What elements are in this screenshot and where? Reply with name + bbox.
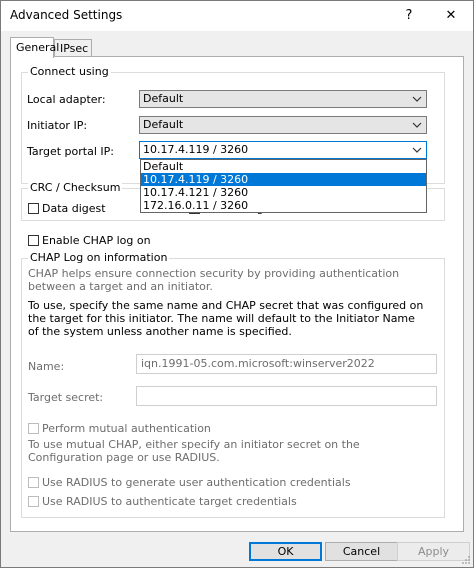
mutual-auth-label: Perform mutual authentication bbox=[42, 422, 211, 435]
data-digest-checkbox[interactable] bbox=[28, 203, 39, 214]
target-portal-dropdown: Default 10.17.4.119 / 3260 10.17.4.121 /… bbox=[140, 159, 427, 213]
crc-checksum-legend: CRC / Checksum bbox=[28, 181, 123, 194]
tab-ipsec[interactable]: IPsec bbox=[54, 39, 92, 56]
target-portal-select[interactable]: 10.17.4.119 / 3260 bbox=[139, 141, 427, 159]
initiator-ip-label: Initiator IP: bbox=[27, 119, 88, 132]
data-digest-label: Data digest bbox=[42, 202, 106, 215]
general-tab-panel: Connect using Local adapter: Default Ini… bbox=[10, 56, 464, 532]
mutual-auth-help: To use mutual CHAP, either specify an in… bbox=[28, 438, 360, 464]
target-secret-input[interactable] bbox=[136, 386, 437, 406]
radius-target-checkbox[interactable] bbox=[28, 496, 39, 507]
close-button[interactable]: ✕ bbox=[439, 5, 463, 27]
apply-button[interactable]: Apply bbox=[397, 542, 470, 561]
enable-chap-label: Enable CHAP log on bbox=[42, 234, 151, 247]
local-adapter-value: Default bbox=[143, 92, 184, 105]
chevron-down-icon bbox=[412, 147, 422, 153]
chevron-down-icon bbox=[412, 122, 422, 128]
target-portal-value: 10.17.4.119 / 3260 bbox=[143, 143, 249, 156]
chap-info-legend: CHAP Log on information bbox=[28, 251, 170, 264]
dropdown-option[interactable]: Default bbox=[141, 160, 426, 173]
radius-user-checkbox[interactable] bbox=[28, 477, 39, 488]
connect-using-legend: Connect using bbox=[28, 65, 111, 78]
local-adapter-label: Local adapter: bbox=[27, 93, 106, 106]
dropdown-option-selected[interactable]: 10.17.4.119 / 3260 bbox=[141, 173, 426, 186]
name-label: Name: bbox=[28, 360, 65, 373]
radius-target-label: Use RADIUS to authenticate target creden… bbox=[42, 495, 297, 508]
resize-grip-icon[interactable] bbox=[461, 555, 471, 565]
ok-button[interactable]: OK bbox=[249, 542, 322, 561]
cancel-button[interactable]: Cancel bbox=[325, 542, 398, 561]
initiator-ip-value: Default bbox=[143, 118, 184, 131]
enable-chap-checkbox[interactable] bbox=[28, 235, 39, 246]
mutual-auth-checkbox[interactable] bbox=[28, 423, 39, 434]
chevron-down-icon bbox=[412, 96, 422, 102]
dropdown-option[interactable]: 172.16.0.11 / 3260 bbox=[141, 199, 426, 212]
target-secret-label: Target secret: bbox=[28, 391, 104, 404]
advanced-settings-dialog: Advanced Settings ? ✕ General IPsec Conn… bbox=[0, 0, 474, 568]
dropdown-option[interactable]: 10.17.4.121 / 3260 bbox=[141, 186, 426, 199]
dialog-title: Advanced Settings bbox=[10, 8, 123, 22]
chap-name-input[interactable]: iqn.1991-05.com.microsoft:winserver2022 bbox=[136, 354, 437, 374]
help-button[interactable]: ? bbox=[397, 5, 421, 27]
radius-user-label: Use RADIUS to generate user authenticati… bbox=[42, 476, 351, 489]
tab-general[interactable]: General bbox=[10, 37, 59, 58]
chap-instructions: To use, specify the same name and CHAP s… bbox=[28, 299, 424, 338]
title-bar: Advanced Settings ? ✕ bbox=[1, 1, 473, 31]
initiator-ip-select[interactable]: Default bbox=[139, 116, 427, 134]
local-adapter-select[interactable]: Default bbox=[139, 90, 427, 108]
target-portal-label: Target portal IP: bbox=[27, 145, 114, 158]
chap-help-text: CHAP helps ensure connection security by… bbox=[28, 267, 400, 293]
